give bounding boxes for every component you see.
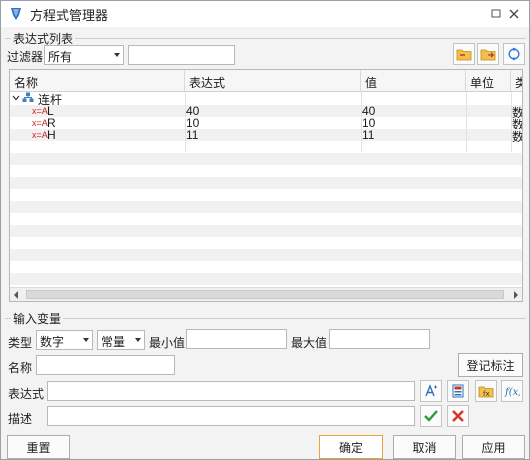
- refresh-button[interactable]: [503, 43, 525, 65]
- pick-parameter-button[interactable]: fx: [475, 380, 497, 402]
- horizontal-scrollbar[interactable]: [10, 287, 522, 301]
- table-row[interactable]: x=A L 40 40 数: [10, 104, 522, 120]
- expression-table[interactable]: 名称 表达式 值 单位 类 连杆 x=A L 40 40 数 x=A R 10 …: [9, 69, 523, 302]
- scrollbar-thumb[interactable]: [26, 290, 504, 299]
- expression-input[interactable]: [47, 381, 415, 401]
- reject-button[interactable]: [447, 405, 469, 427]
- assembly-icon: [22, 92, 34, 102]
- table-row[interactable]: x=A H 11 11 数: [10, 128, 522, 144]
- restore-icon[interactable]: [488, 6, 504, 22]
- title-bar: 方程式管理器: [1, 1, 529, 27]
- empty-row: [10, 261, 522, 273]
- max-value-label: 最大值: [291, 336, 328, 350]
- import-button[interactable]: [453, 43, 475, 65]
- filter-search-input[interactable]: [128, 45, 235, 65]
- table-header: 名称 表达式 值 单位 类: [10, 70, 522, 92]
- empty-row: [10, 153, 522, 165]
- filter-select-value: 所有: [48, 50, 73, 64]
- row-value: 11: [362, 128, 375, 142]
- tree-group-row[interactable]: 连杆: [10, 92, 522, 107]
- chevron-down-icon: [83, 338, 89, 342]
- calculator-button[interactable]: [447, 380, 469, 402]
- min-value-label: 最小值: [149, 336, 186, 350]
- calculator-icon: [452, 384, 464, 398]
- apply-button[interactable]: 应用: [462, 435, 525, 459]
- svg-text:fx: fx: [483, 390, 490, 398]
- column-header-unit[interactable]: 单位: [466, 70, 511, 92]
- empty-row: [10, 177, 522, 189]
- empty-row: [10, 141, 522, 153]
- min-value-input[interactable]: [186, 329, 287, 349]
- empty-row: [10, 165, 522, 177]
- register-annotation-button[interactable]: 登记标注: [458, 353, 523, 377]
- folder-parameter-icon: fx: [478, 386, 494, 398]
- input-group-title: 输入变量: [11, 310, 64, 327]
- empty-row: [10, 249, 522, 261]
- window-title: 方程式管理器: [30, 7, 109, 23]
- function-builder-button[interactable]: f(x): [501, 380, 523, 402]
- folder-import-icon: [456, 49, 472, 61]
- chevron-down-icon: [114, 53, 120, 57]
- table-row[interactable]: x=A R 10 10 数: [10, 116, 522, 132]
- column-header-name[interactable]: 名称: [10, 70, 185, 92]
- refresh-icon: [508, 47, 520, 61]
- column-header-type[interactable]: 类: [511, 70, 522, 92]
- empty-row: [10, 213, 522, 225]
- name-label: 名称: [8, 361, 33, 375]
- type-select[interactable]: 数字: [36, 330, 93, 350]
- scroll-left-icon[interactable]: [13, 291, 20, 299]
- empty-row: [10, 225, 522, 237]
- row-name: H: [47, 128, 56, 142]
- formula-icon: [425, 384, 437, 397]
- accept-button[interactable]: [420, 405, 442, 427]
- export-button[interactable]: [477, 43, 499, 65]
- equation-manager-window: 方程式管理器 表达式列表 过滤器 所有 名称 表达式 值 单位 类: [0, 0, 530, 460]
- filter-select[interactable]: 所有: [44, 45, 124, 65]
- ok-button[interactable]: 确定: [319, 435, 383, 459]
- close-icon[interactable]: [506, 6, 522, 22]
- description-input[interactable]: [47, 406, 415, 426]
- cancel-button[interactable]: 取消: [393, 435, 456, 459]
- empty-row: [10, 237, 522, 249]
- formula-function-button[interactable]: [420, 380, 442, 402]
- expression-label: 表达式: [8, 387, 45, 401]
- function-icon: f(x): [504, 387, 520, 398]
- cross-icon: [452, 410, 464, 422]
- chevron-down-icon[interactable]: [12, 94, 20, 102]
- check-icon: [424, 410, 438, 422]
- variable-icon: x=A: [32, 130, 48, 140]
- max-value-input[interactable]: [329, 329, 430, 349]
- row-expression: 11: [186, 128, 199, 142]
- empty-row: [10, 189, 522, 201]
- chevron-down-icon: [135, 338, 141, 342]
- type-select-value: 数字: [40, 335, 65, 349]
- empty-row: [10, 201, 522, 213]
- kind-select[interactable]: 常量: [97, 330, 145, 350]
- filter-label: 过滤器: [7, 50, 44, 64]
- svg-text:f(x): f(x): [504, 387, 520, 398]
- expr-list-group-line: [5, 38, 526, 39]
- empty-row: [10, 273, 522, 285]
- kind-select-value: 常量: [101, 335, 126, 349]
- app-logo-icon: [11, 8, 21, 20]
- variable-icon: x=A: [32, 106, 48, 116]
- input-group-line: [5, 318, 526, 319]
- column-header-expression[interactable]: 表达式: [185, 70, 361, 92]
- name-input[interactable]: [36, 355, 175, 375]
- type-label: 类型: [8, 336, 33, 350]
- scroll-right-icon[interactable]: [512, 291, 519, 299]
- description-label: 描述: [8, 412, 33, 426]
- variable-icon: x=A: [32, 118, 48, 128]
- column-header-value[interactable]: 值: [361, 70, 466, 92]
- reset-button[interactable]: 重置: [7, 435, 70, 459]
- folder-export-icon: [480, 49, 496, 61]
